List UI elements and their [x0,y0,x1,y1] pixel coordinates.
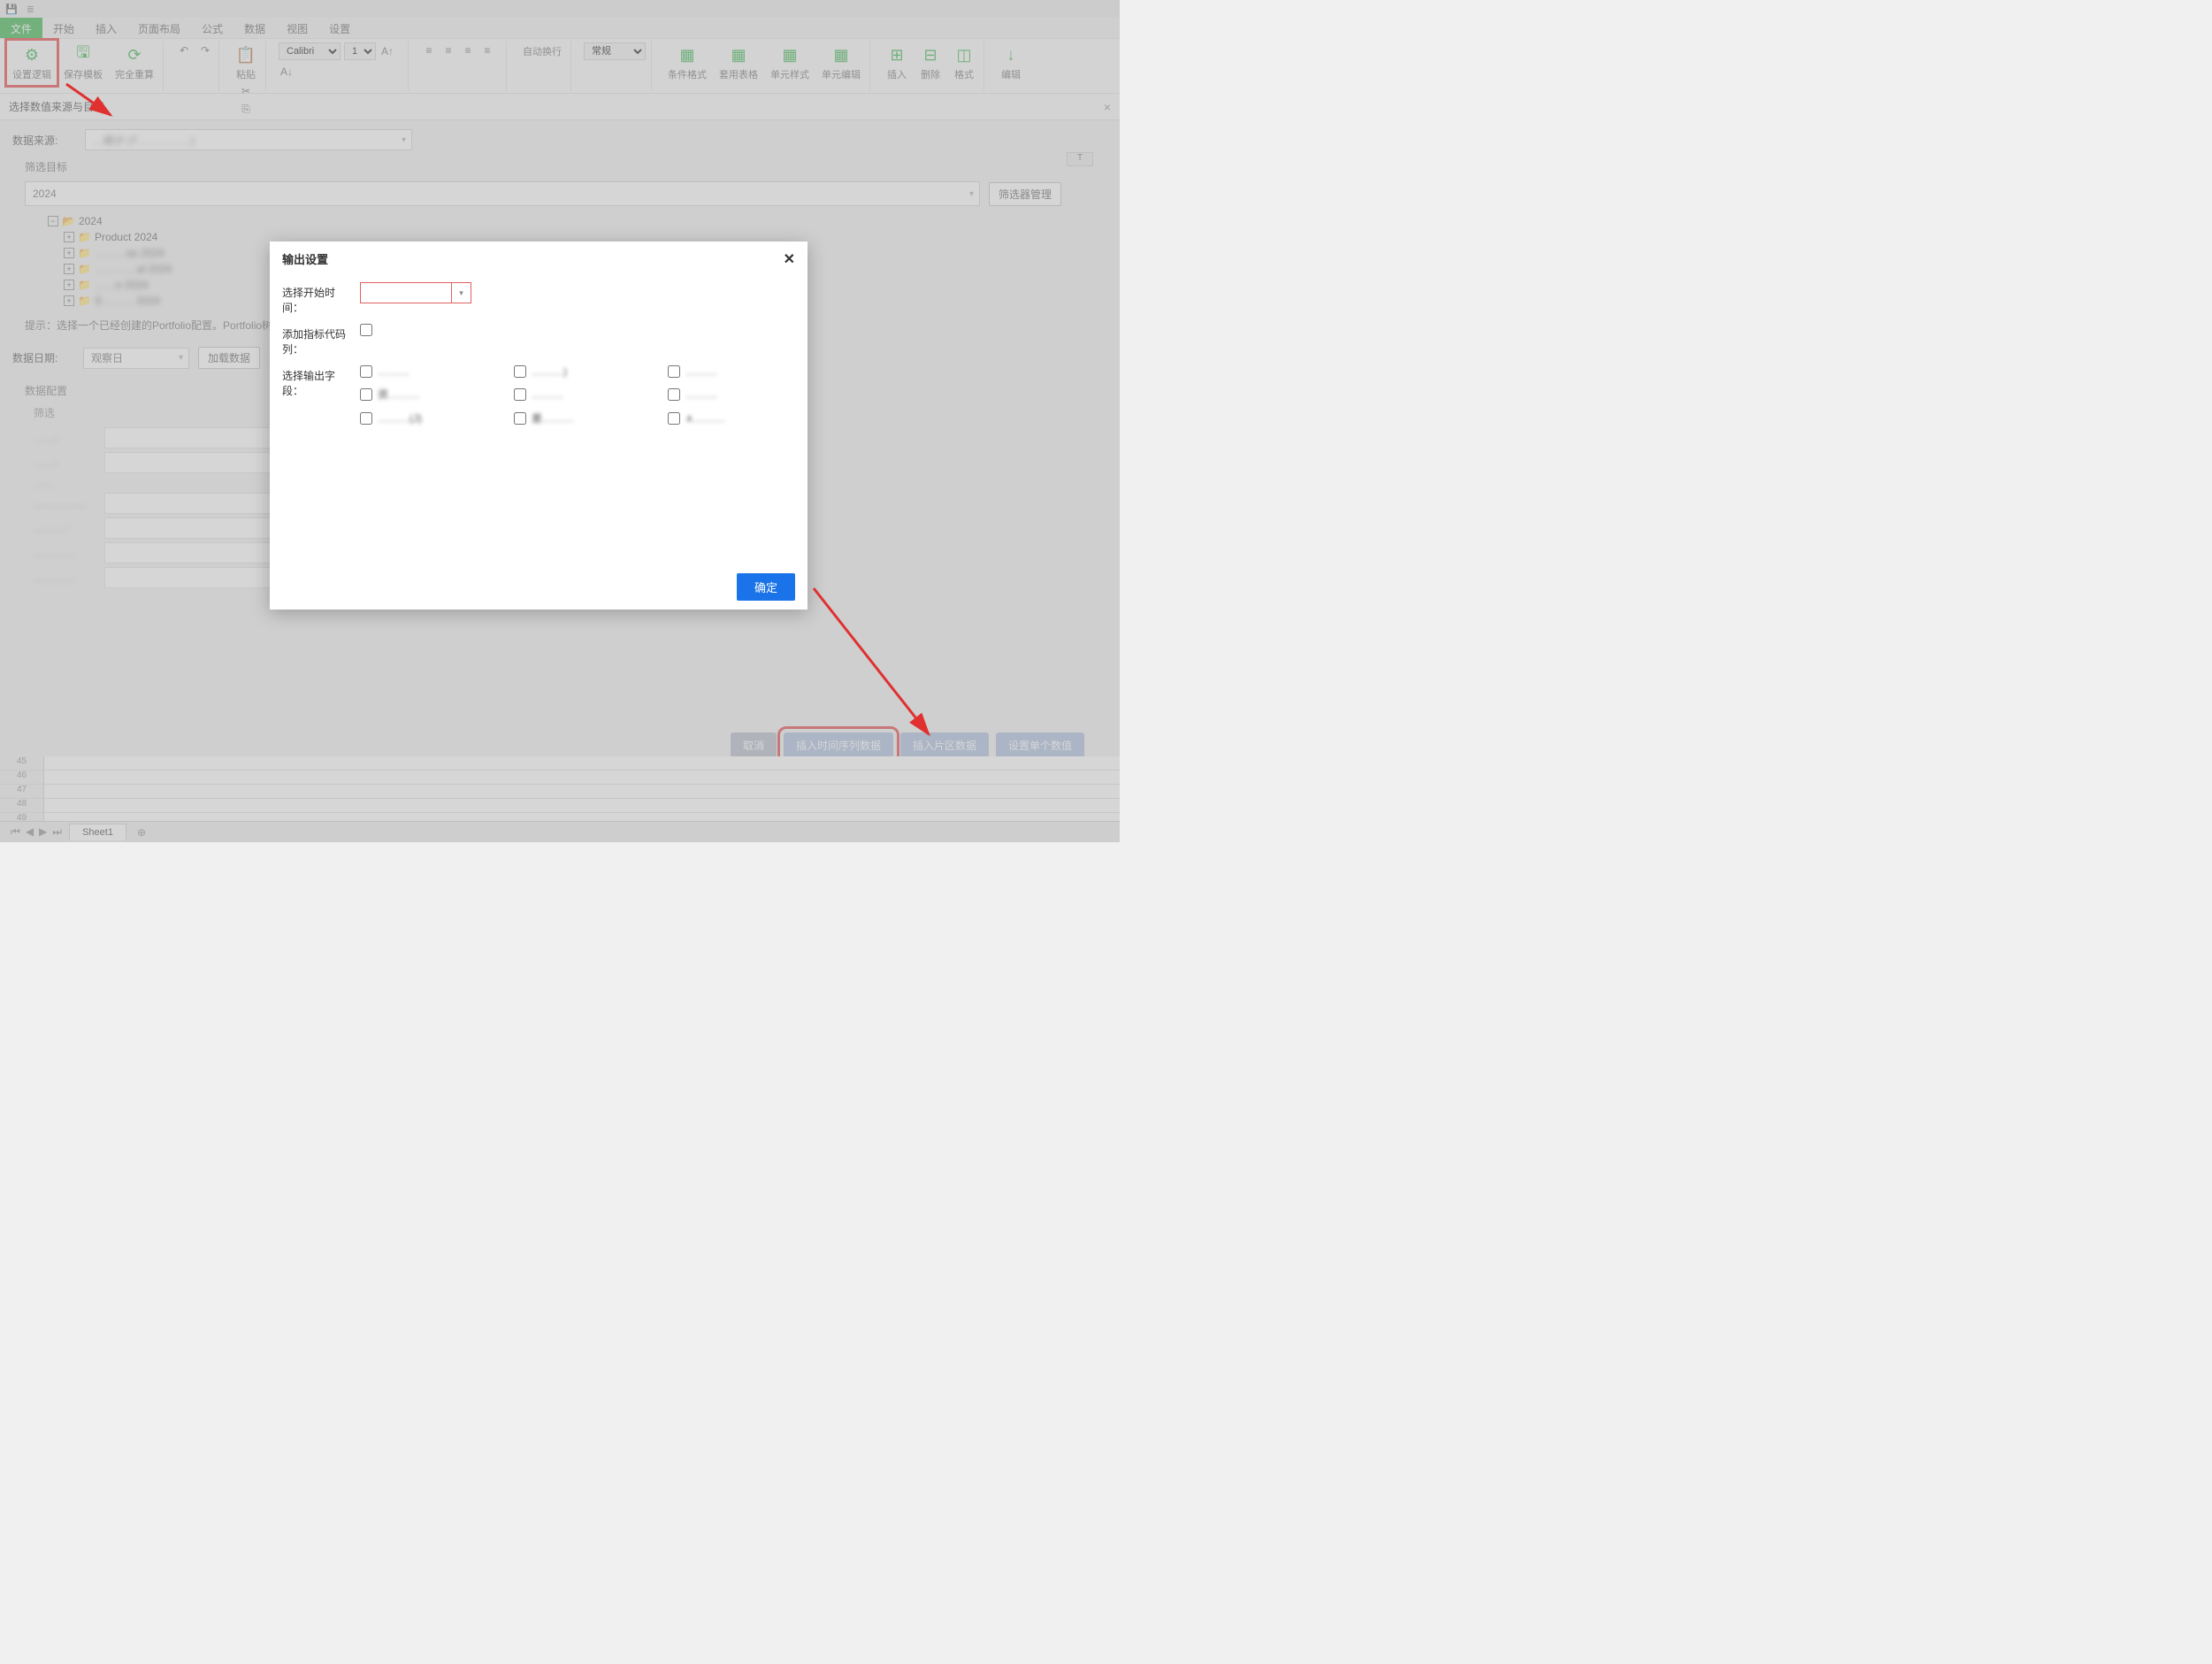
add-index-row: 添加指标代码列： [282,324,795,357]
field-label: 资……… [378,387,420,402]
field-checkbox[interactable] [514,365,526,378]
field-label: ……… [685,388,717,401]
start-time-label: 选择开始时间： [282,282,353,315]
modal-header: 输出设置 ✕ [270,242,807,277]
field-label: ……… [532,388,563,401]
ok-button[interactable]: 确定 [737,573,795,601]
add-index-label: 添加指标代码列： [282,324,353,357]
field-checkbox[interactable] [360,365,372,378]
field-checkbox[interactable] [668,412,680,425]
start-time-row: 选择开始时间： ▾ [282,282,795,315]
field-label: 差……… [532,410,574,426]
field-checkbox[interactable] [360,388,372,401]
select-fields-row: 选择输出字段： ……… ………) ……… 资……… ……… ……… ………(J)… [282,365,795,426]
field-option[interactable]: ……… [668,365,795,378]
modal-close-button[interactable]: ✕ [784,250,795,268]
field-label: ∧……… [685,412,725,425]
field-option[interactable]: 资……… [360,387,487,402]
field-checkbox[interactable] [514,388,526,401]
fields-grid: ……… ………) ……… 资……… ……… ……… ………(J) 差……… ∧…… [360,365,795,426]
field-label: ……… [378,365,409,378]
field-option[interactable]: ∧……… [668,410,795,426]
output-settings-modal: 输出设置 ✕ 选择开始时间： ▾ 添加指标代码列： 选择输出字段： ……… ……… [270,242,807,610]
start-time-select[interactable]: ▾ [360,282,471,303]
field-label: ……… [685,365,717,378]
field-option[interactable]: ……… [514,387,641,402]
add-index-checkbox[interactable] [360,324,372,336]
field-checkbox[interactable] [668,388,680,401]
chevron-down-icon: ▾ [451,283,471,303]
select-fields-label: 选择输出字段： [282,365,353,398]
field-option[interactable]: 差……… [514,410,641,426]
field-label: ………(J) [378,412,422,425]
field-option[interactable]: ………(J) [360,410,487,426]
field-label: ………) [532,365,567,378]
modal-footer: 确定 [270,564,807,610]
field-option[interactable]: ………) [514,365,641,378]
field-checkbox[interactable] [514,412,526,425]
field-checkbox[interactable] [668,365,680,378]
field-checkbox[interactable] [360,412,372,425]
field-option[interactable]: ……… [360,365,487,378]
field-option[interactable]: ……… [668,387,795,402]
modal-title: 输出设置 [282,250,328,268]
modal-body: 选择开始时间： ▾ 添加指标代码列： 选择输出字段： ……… ………) ……… … [270,277,807,564]
